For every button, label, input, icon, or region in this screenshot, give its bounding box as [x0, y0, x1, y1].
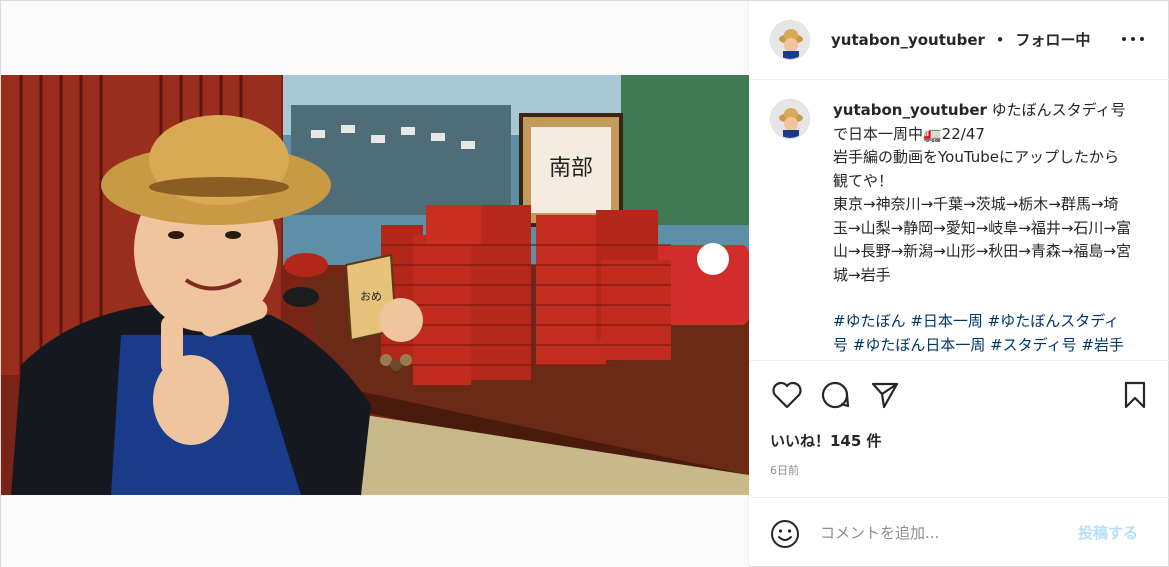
media-column: 南部 おめ — [1, 1, 749, 567]
comment-bar: コメントを追加... 投稿する — [750, 497, 1169, 567]
caption-username[interactable]: yutabon_youtuber — [833, 101, 987, 119]
bookmark-icon — [1124, 381, 1146, 409]
avatar-image — [771, 100, 809, 138]
caption-text: yutabon_youtuber ゆたぼんスタディ号で日本一周中🚛22/47 岩… — [833, 99, 1133, 360]
caption-avatar[interactable] — [770, 99, 810, 139]
avatar-image — [771, 21, 809, 59]
post-comment-button[interactable]: 投稿する — [1078, 522, 1138, 543]
caption-area: yutabon_youtuber ゆたぼんスタディ号で日本一周中🚛22/47 岩… — [750, 81, 1169, 361]
header-text: yutabon_youtuber • フォロー中 — [831, 29, 1090, 50]
like-button[interactable] — [770, 378, 804, 412]
paper-plane-icon — [871, 382, 899, 409]
post-photo-illustration: 南部 おめ — [1, 75, 749, 495]
more-horizontal-icon — [1122, 37, 1144, 41]
caption-first-line: yutabon_youtuber ゆたぼんスタディ号で日本一周中🚛22/47 — [833, 99, 1133, 146]
likes-count[interactable]: いいね！145 件 — [770, 430, 882, 451]
comment-button[interactable] — [818, 378, 852, 412]
avatar[interactable] — [770, 20, 810, 60]
save-button[interactable] — [1118, 378, 1152, 412]
more-options-button[interactable] — [1118, 29, 1148, 49]
emoji-button[interactable] — [770, 519, 800, 549]
caption-line2: 岩手編の動画をYouTubeにアップしたから観てや！ — [833, 148, 1119, 190]
heart-icon — [772, 381, 802, 409]
svg-text:おめ: おめ — [360, 290, 382, 303]
svg-text:南部: 南部 — [549, 156, 593, 181]
post-time[interactable]: 6日前 — [770, 462, 799, 478]
caption-route: 東京→神奈川→千葉→茨城→栃木→群馬→埼玉→山梨→静岡→愛知→岐阜→福井→石川→… — [833, 195, 1131, 284]
action-bar: いいね！145 件 6日前 — [750, 361, 1169, 477]
share-button[interactable] — [868, 378, 902, 412]
comment-input[interactable]: コメントを追加... — [820, 522, 939, 543]
caption-hashtags[interactable]: #ゆたぼん #日本一周 #ゆたぼんスタディ号 #ゆたぼん日本一周 #スタディ号 … — [833, 310, 1133, 360]
post-photo[interactable]: 南部 おめ — [1, 75, 749, 495]
follow-status-button[interactable]: フォロー中 — [1015, 31, 1090, 49]
header-username[interactable]: yutabon_youtuber — [831, 31, 985, 49]
smiley-icon — [771, 520, 799, 548]
post-sidebar: yutabon_youtuber • フォロー中 yutabon_youtube… — [750, 1, 1169, 567]
comment-icon — [821, 381, 850, 409]
header-separator: • — [995, 31, 1005, 49]
post-header: yutabon_youtuber • フォロー中 — [750, 1, 1169, 80]
post-dialog: 南部 おめ yutabon_youtuber • フォロー中 yutabon_y… — [0, 0, 1169, 567]
